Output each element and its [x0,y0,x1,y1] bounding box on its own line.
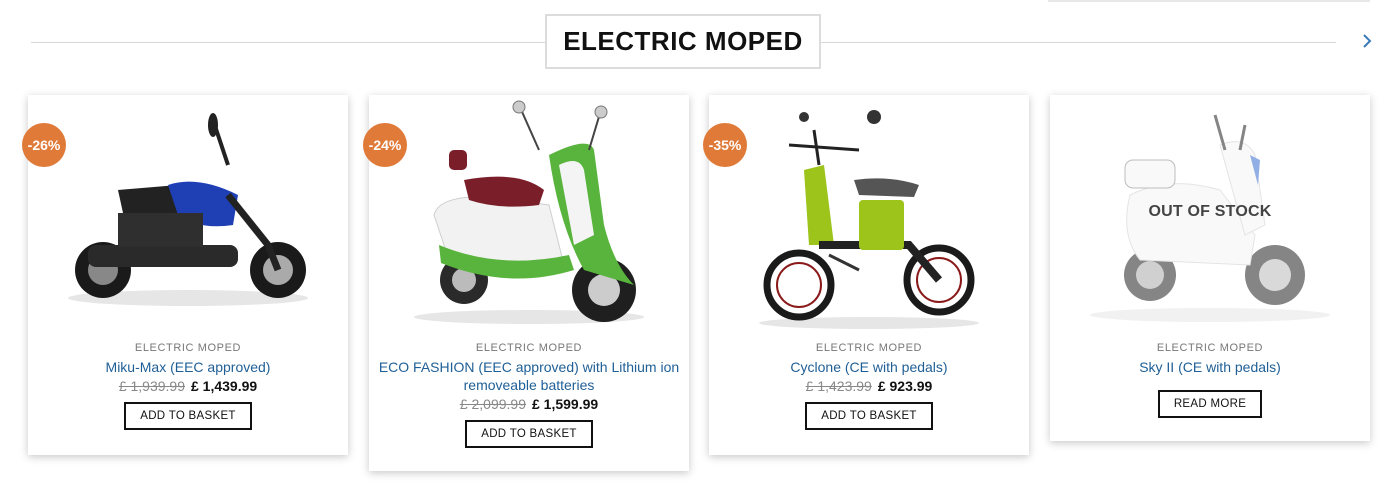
section-title: ELECTRIC MOPED [545,14,821,69]
top-divider [1048,0,1370,2]
product-name-link[interactable]: Miku-Max (EEC approved) [28,358,348,376]
add-to-basket-button[interactable]: ADD TO BASKET [805,402,933,430]
old-price: £ 1,939.99 [118,378,185,394]
read-more-button[interactable]: READ MORE [1157,390,1263,418]
product-price: £ 2,099.99 £ 1,599.99 [369,396,689,412]
product-price: £ 1,423.99 £ 923.99 [709,378,1029,394]
old-price: £ 2,099.99 [459,396,526,412]
product-image [68,113,308,306]
old-price: £ 1,423.99 [805,378,872,394]
product-image-link[interactable]: -24% [363,95,689,330]
product-category[interactable]: ELECTRIC MOPED [1050,342,1370,354]
product-name-link[interactable]: Sky II (CE with pedals) [1050,358,1370,376]
product-card: -26% ELECTRIC MOPED Miku-Max (EEC approv… [22,95,348,455]
sale-price: £ 923.99 [877,378,933,394]
product-image-link[interactable]: OUT OF STOCK [1050,95,1370,330]
discount-badge: -24% [363,123,407,167]
discount-badge: -35% [703,123,747,167]
sale-price: £ 1,599.99 [532,396,599,412]
product-card: OUT OF STOCK ELECTRIC MOPED Sky II (CE w… [1050,95,1370,441]
chevron-right-icon [1363,34,1372,48]
product-category[interactable]: ELECTRIC MOPED [369,342,689,354]
out-of-stock-label: OUT OF STOCK [1148,203,1272,220]
product-category[interactable]: ELECTRIC MOPED [28,342,348,354]
product-card: -24% ELECTRIC MOPED ECO FASHION (EEC app… [363,95,689,471]
product-image [759,110,979,329]
product-image-link[interactable]: -35% [703,95,1029,330]
discount-badge: -26% [22,123,66,167]
product-price: £ 1,939.99 £ 1,439.99 [28,378,348,394]
add-to-basket-button[interactable]: ADD TO BASKET [465,420,593,448]
add-to-basket-button[interactable]: ADD TO BASKET [124,402,252,430]
product-category[interactable]: ELECTRIC MOPED [709,342,1029,354]
product-name-link[interactable]: ECO FASHION (EEC approved) with Lithium … [369,358,689,394]
product-image [414,100,644,324]
product-name-link[interactable]: Cyclone (CE with pedals) [709,358,1029,376]
product-image-link[interactable]: -26% [22,95,348,330]
carousel-next-button[interactable] [1356,30,1376,52]
product-card: -35% ELECTRIC MOPED Cyclone (CE with ped… [703,95,1029,455]
sale-price: £ 1,439.99 [191,378,258,394]
